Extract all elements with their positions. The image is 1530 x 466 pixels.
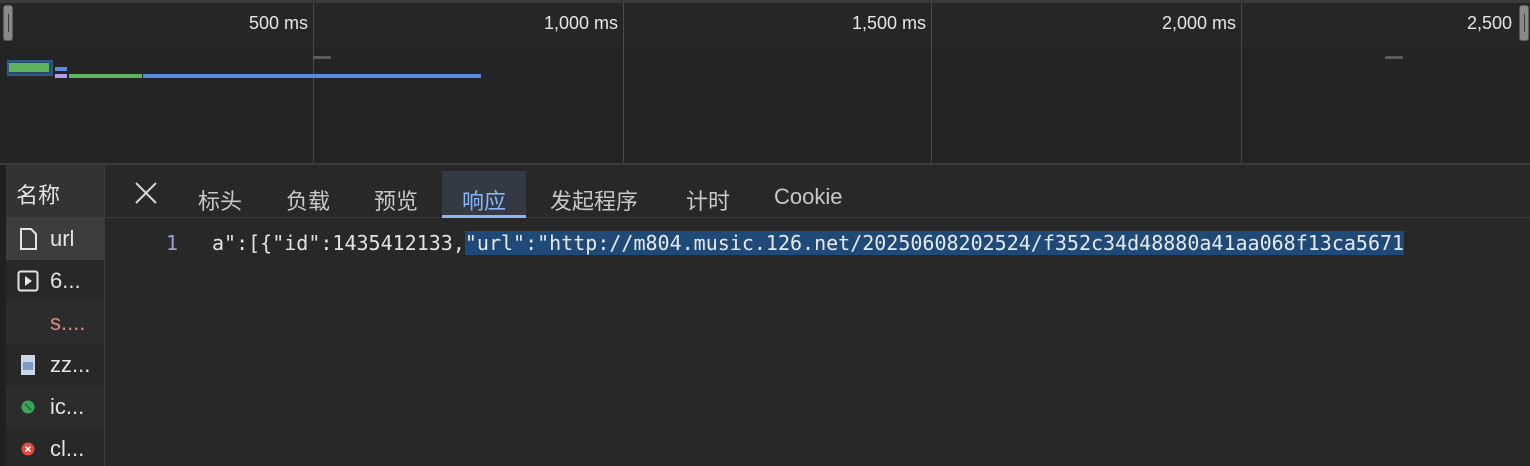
request-name: url	[50, 226, 75, 251]
tick-label-2500: 2,500	[1466, 13, 1512, 33]
waterfall-bar-waiting	[9, 63, 49, 72]
timeline-grid-line	[313, 3, 314, 163]
waterfall-bar-queue	[55, 74, 67, 78]
document-icon	[16, 227, 40, 251]
timeline-grid-line	[931, 3, 932, 163]
tick-label-1500: 1,500 ms	[851, 13, 926, 33]
tick-label-500: 500 ms	[248, 13, 308, 33]
request-name: 6...	[50, 268, 81, 293]
request-row-ic[interactable]: ic...	[6, 386, 104, 428]
timeline-left-handle[interactable]	[3, 5, 13, 41]
request-name: cl...	[50, 436, 85, 461]
request-name-column: 名称 url 6... s.... zz... ic... cl...	[6, 165, 105, 466]
waterfall-bar-download	[143, 74, 481, 78]
request-row-cl[interactable]: cl...	[6, 428, 104, 466]
tab-preview[interactable]: 预览	[374, 171, 418, 218]
waterfall-marker	[313, 56, 331, 59]
tick-label-1000: 1,000 ms	[543, 13, 618, 33]
tick-label-2000: 2,000 ms	[1161, 13, 1236, 33]
response-code-view[interactable]: 1 a":[{"id":1435412133,"url":"http://m80…	[106, 219, 1530, 466]
line-number: 1	[166, 231, 179, 255]
media-play-icon	[16, 269, 40, 293]
blank-icon	[16, 311, 40, 335]
tab-payload[interactable]: 负载	[286, 171, 330, 218]
request-detail-panel: 标头 负载 预览 响应 发起程序 计时 Cookie 1 a":[{"id":1…	[106, 165, 1530, 466]
request-name: s....	[50, 310, 86, 335]
request-row-image[interactable]: zz...	[6, 344, 104, 386]
image-icon	[16, 353, 40, 377]
green-circle-icon	[16, 395, 40, 419]
request-row-media[interactable]: 6...	[6, 260, 104, 302]
tab-timing[interactable]: 计时	[686, 171, 730, 218]
tab-cookies[interactable]: Cookie	[774, 171, 842, 218]
timeline-right-handle[interactable]	[1519, 5, 1529, 41]
timeline-grid-line	[623, 3, 624, 163]
tab-headers[interactable]: 标头	[198, 171, 242, 218]
request-row-s[interactable]: s....	[6, 302, 104, 344]
selected-text: "url":"http://m804.music.126.net/2025060…	[464, 231, 1405, 255]
request-name: zz...	[50, 352, 91, 377]
waterfall-bar-waiting	[69, 74, 142, 78]
network-overview-timeline[interactable]: 500 ms 1,000 ms 1,500 ms 2,000 ms 2,500	[0, 0, 1530, 165]
close-icon[interactable]	[132, 179, 160, 207]
red-circle-icon	[16, 437, 40, 461]
waterfall-marker	[1385, 56, 1403, 59]
request-name: ic...	[50, 394, 85, 419]
response-code-line[interactable]: a":[{"id":1435412133,"url":"http://m804.…	[212, 231, 1405, 255]
tab-response[interactable]: 响应	[442, 171, 527, 218]
name-column-header[interactable]: 名称	[6, 165, 104, 218]
tab-initiator[interactable]: 发起程序	[550, 171, 638, 218]
detail-tabbar: 标头 负载 预览 响应 发起程序 计时 Cookie	[106, 165, 1530, 218]
response-text: a":[{"id":1435412133,	[212, 231, 465, 255]
timeline-grid-line	[1241, 3, 1242, 163]
request-row-url[interactable]: url	[6, 218, 104, 260]
waterfall-bar-download	[55, 67, 67, 71]
